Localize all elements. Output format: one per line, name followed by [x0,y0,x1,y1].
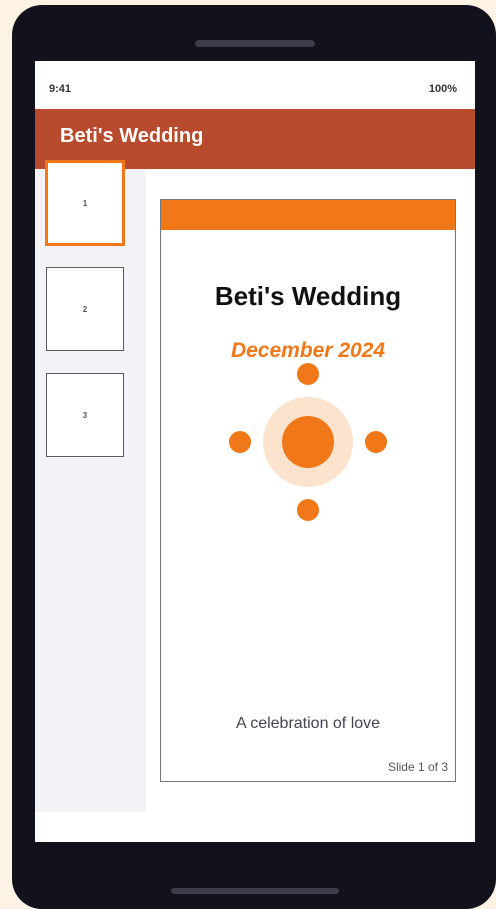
sun-dot-left [229,431,251,453]
status-time: 9:41 [49,83,72,95]
phone-frame: 9:41 100% Beti's Wedding 1 2 3 Beti's We… [12,5,496,909]
slide-date: December 2024 [230,339,386,362]
phone-speaker [195,40,315,47]
slide-thumbnail-1[interactable]: 1 [45,160,125,246]
slide-thumbnail-sidebar: 1 2 3 [35,160,146,812]
slide-accent-bar [161,200,455,230]
slide-title: Beti's Wedding [214,281,402,311]
sun-dot-right [365,431,387,453]
slide-subtitle: A celebration of love [235,715,381,732]
sun-dot-top [297,363,319,385]
home-indicator[interactable] [171,888,339,894]
slide-thumbnail-number: 3 [82,410,88,420]
app-screen: 9:41 100% Beti's Wedding 1 2 3 Beti's We… [35,61,475,842]
slide-number: Slide 1 of 3 [387,760,448,774]
app-title: Beti's Wedding [60,125,204,147]
sun-core [282,416,334,468]
slide-thumbnail-number: 2 [82,304,88,314]
status-bar: 9:41 100% [35,61,475,109]
slide-thumbnail-2[interactable]: 2 [46,267,124,351]
status-battery: 100% [428,83,457,95]
slide-canvas[interactable]: Beti's Wedding December 2024 A celebrati… [160,199,456,782]
slide-thumbnail-number: 1 [82,198,88,208]
sun-dot-bottom [297,499,319,521]
slide-thumbnail-3[interactable]: 3 [46,373,124,457]
